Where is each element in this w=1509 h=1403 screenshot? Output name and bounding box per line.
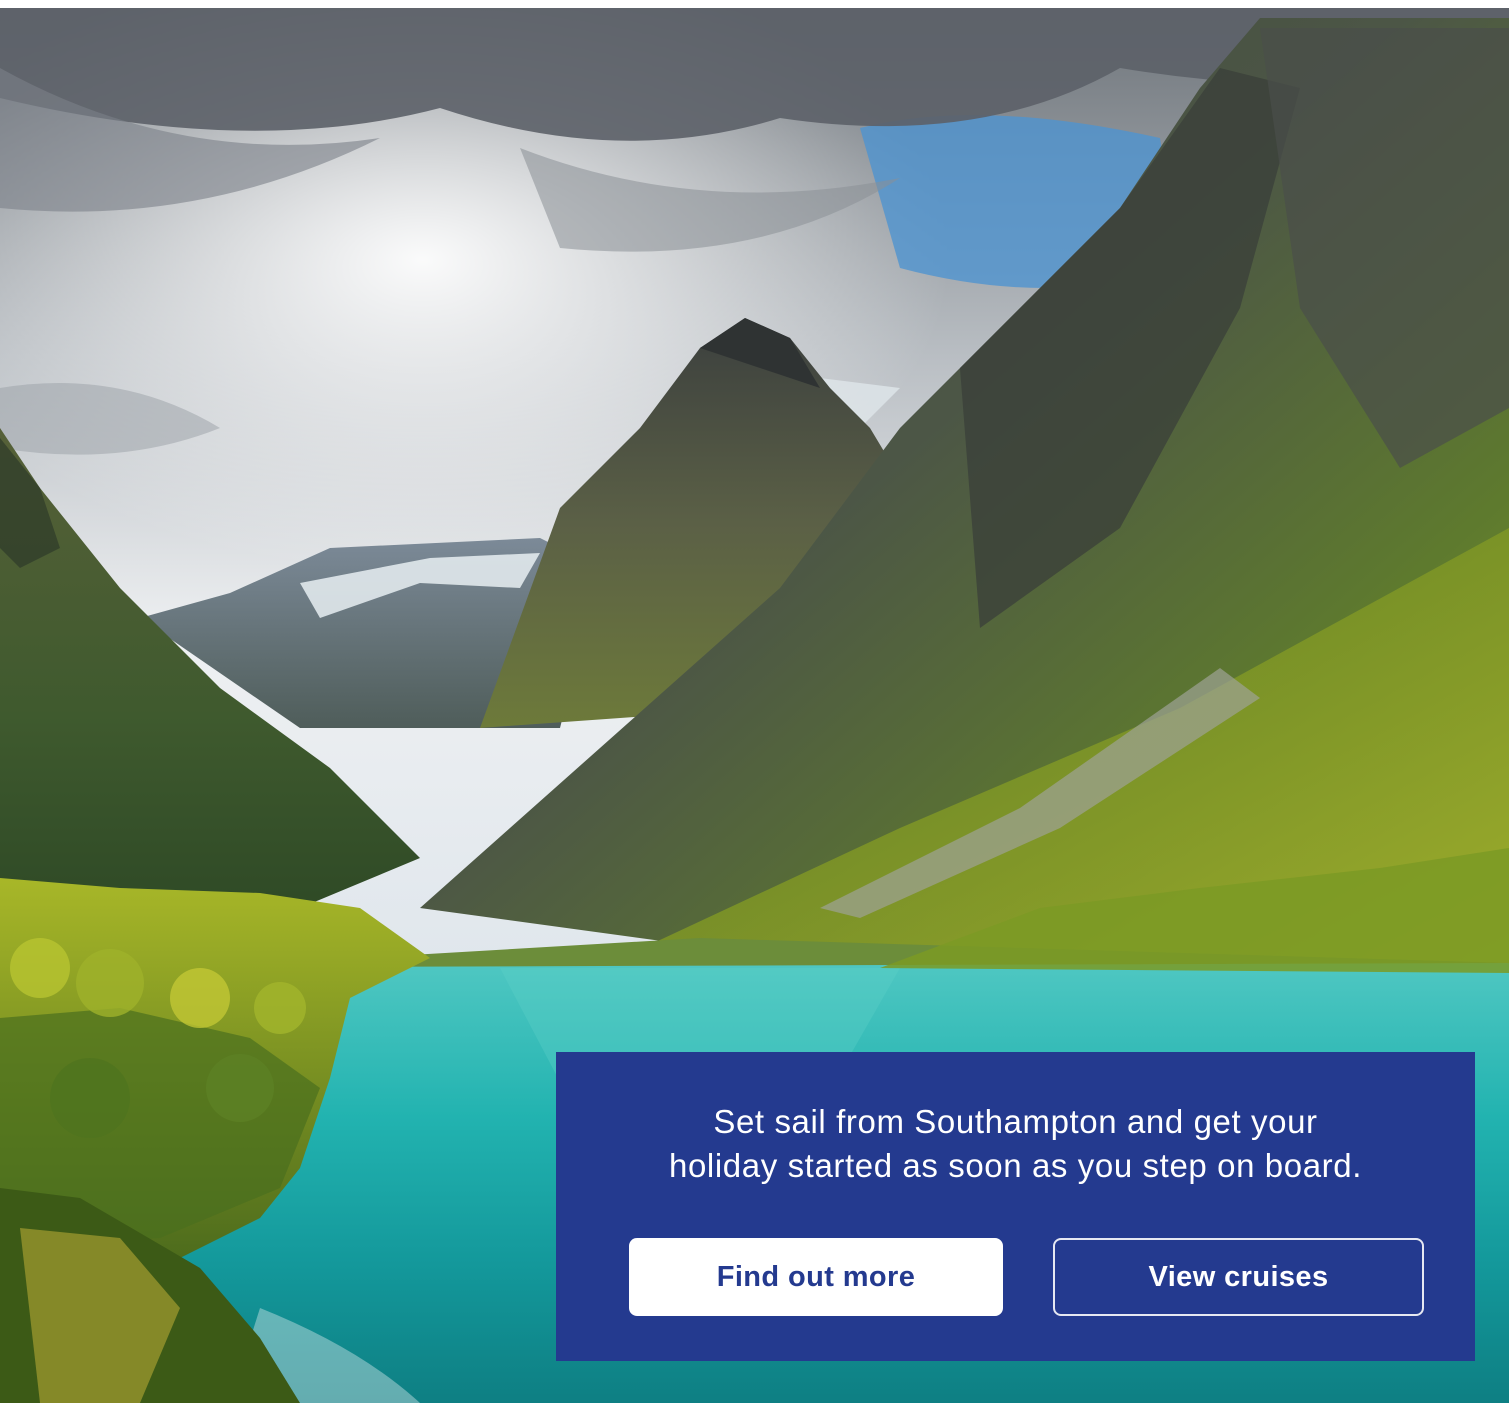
promo-text-line-2: holiday started as soon as you step on b… bbox=[669, 1147, 1362, 1184]
promo-panel: Set sail from Southampton and get your h… bbox=[556, 1052, 1475, 1361]
hero-banner: Set sail from Southampton and get your h… bbox=[0, 8, 1509, 1403]
view-cruises-button[interactable]: View cruises bbox=[1053, 1238, 1424, 1316]
find-out-more-button[interactable]: Find out more bbox=[629, 1238, 1003, 1316]
promo-text: Set sail from Southampton and get your h… bbox=[556, 1100, 1475, 1188]
promo-text-line-1: Set sail from Southampton and get your bbox=[713, 1103, 1318, 1140]
